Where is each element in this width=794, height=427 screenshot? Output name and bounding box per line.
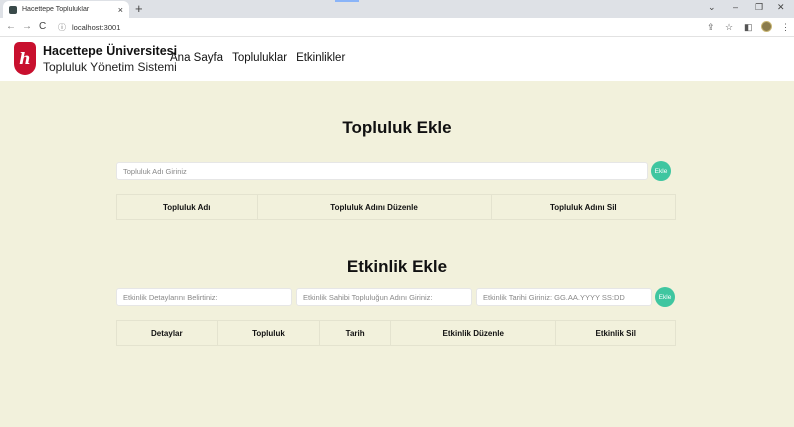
tab-search-chevron-icon[interactable]: ⌄ (708, 2, 716, 13)
add-event-label: Ekle (658, 293, 672, 301)
browser-tabstrip: Hacettepe Topluluklar × + ⌄ – ❐ ✕ (0, 0, 794, 18)
new-tab-button[interactable]: + (135, 1, 143, 17)
nav-events-link[interactable]: Etkinlikler (296, 52, 345, 64)
browser-tab[interactable]: Hacettepe Topluluklar × (3, 1, 129, 18)
profile-avatar[interactable] (761, 21, 772, 32)
column-header: Topluluk (218, 321, 321, 345)
browser-menu-icon[interactable]: ⋮ (781, 21, 790, 33)
column-header: Detaylar (117, 321, 218, 345)
browser-toolbar: ← → C ⓘ localhost:3001 ⇪ ☆ ◧ ⋮ (0, 18, 794, 37)
event-section-title: Etkinlik Ekle (346, 257, 448, 276)
add-event-button[interactable]: Ekle (655, 287, 675, 307)
event-date-placeholder: Etkinlik Tarihi Giriniz: GG.AA.YYYY SS:D… (483, 292, 625, 302)
column-header: Topluluk Adını Düzenle (258, 195, 492, 219)
nav-home-link[interactable]: Ana Sayfa (170, 52, 223, 64)
site-info-icon[interactable]: ⓘ (58, 22, 66, 33)
event-date-input[interactable]: Etkinlik Tarihi Giriniz: GG.AA.YYYY SS:D… (476, 288, 652, 306)
nav-communities-link[interactable]: Topluluklar (232, 52, 287, 64)
minimize-button[interactable]: – (733, 2, 738, 12)
side-panel-icon[interactable]: ◧ (744, 21, 753, 33)
add-community-label: Ekle (654, 167, 668, 175)
address-bar[interactable]: ⓘ localhost:3001 (54, 20, 694, 35)
tab-favicon-icon (9, 5, 17, 14)
back-button[interactable]: ← (6, 21, 16, 33)
column-header: Topluluk Adı (117, 195, 258, 219)
forward-button[interactable]: → (22, 21, 32, 33)
event-table-header: Detaylar Topluluk Tarih Etkinlik Düzenle… (116, 320, 676, 346)
tabstrip-accent (335, 0, 359, 2)
reload-button[interactable]: C (39, 21, 46, 33)
tab-close-icon[interactable]: × (118, 5, 123, 15)
tab-title: Hacettepe Topluluklar (22, 6, 90, 13)
main-nav: Ana Sayfa Topluluklar Etkinlikler (170, 52, 345, 64)
community-table-header: Topluluk Adı Topluluk Adını Düzenle Topl… (116, 194, 676, 220)
event-details-input[interactable]: Etkinlik Detaylarını Belirtiniz: (116, 288, 292, 306)
column-header: Etkinlik Düzenle (391, 321, 557, 345)
bookmark-star-icon[interactable]: ☆ (725, 21, 733, 33)
column-header: Tarih (320, 321, 392, 345)
community-name-placeholder: Topluluk Adı Giriniz (123, 166, 187, 176)
app-header: h Hacettepe Üniversitesi Topluluk Yöneti… (0, 37, 794, 81)
url-text: localhost:3001 (72, 23, 121, 32)
column-header: Etkinlik Sil (595, 328, 636, 338)
brand-title: Hacettepe Üniversitesi (43, 44, 178, 58)
brand-subtitle: Topluluk Yönetim Sistemi (43, 60, 177, 74)
event-owner-input[interactable]: Etkinlik Sahibi Topluluğun Adını Giriniz… (296, 288, 472, 306)
add-community-button[interactable]: Ekle (651, 161, 671, 181)
maximize-button[interactable]: ❐ (755, 2, 763, 13)
logo-letter: h (19, 48, 31, 68)
community-name-input[interactable]: Topluluk Adı Giriniz (116, 162, 648, 180)
close-window-button[interactable]: ✕ (777, 2, 785, 13)
event-details-placeholder: Etkinlik Detaylarını Belirtiniz: (123, 292, 218, 302)
event-owner-placeholder: Etkinlik Sahibi Topluluğun Adını Giriniz… (303, 292, 433, 302)
university-logo[interactable]: h (14, 42, 36, 75)
share-icon[interactable]: ⇪ (707, 21, 715, 33)
community-section-title: Topluluk Ekle (342, 118, 452, 137)
column-header: Topluluk Adını Sil (549, 202, 617, 212)
